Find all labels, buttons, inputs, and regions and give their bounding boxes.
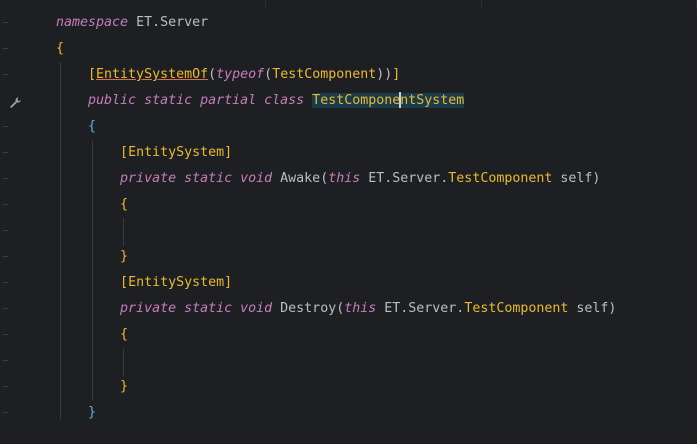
code-token: } bbox=[56, 379, 129, 394]
code-token: private static void bbox=[120, 301, 273, 316]
code-token: public static partial class bbox=[88, 93, 305, 108]
code-token: )) bbox=[376, 67, 393, 82]
code-line[interactable]: { bbox=[56, 36, 64, 62]
code-line[interactable]: } bbox=[56, 374, 128, 400]
gutter-marker bbox=[3, 386, 8, 387]
code-token: TestComponent bbox=[464, 301, 569, 316]
code-token: EntitySystem bbox=[128, 275, 225, 290]
indent-guide bbox=[123, 348, 124, 376]
code-line[interactable]: { bbox=[56, 192, 128, 218]
gutter-marker bbox=[3, 308, 8, 309]
gutter-marker bbox=[3, 204, 8, 205]
code-token: ET.Server. bbox=[376, 301, 465, 316]
code-token: TestComponent bbox=[272, 67, 377, 82]
code-token: ET.Server. bbox=[360, 171, 449, 186]
code-token: } bbox=[56, 405, 97, 420]
code-line[interactable]: private static void Destroy(this ET.Serv… bbox=[56, 296, 616, 322]
code-token: typeof bbox=[216, 67, 265, 82]
code-token: [ bbox=[56, 67, 97, 82]
code-editor[interactable]: namespace ET.Server{ [EntitySystemOf(typ… bbox=[0, 0, 697, 444]
code-token: self) bbox=[568, 301, 617, 316]
code-line[interactable]: [EntitySystemOf(typeof(TestComponent))] bbox=[56, 62, 400, 88]
code-line[interactable]: { bbox=[56, 114, 96, 140]
gutter-marker bbox=[3, 412, 8, 413]
code-token: this bbox=[344, 301, 377, 316]
class-name-part: ntSystem bbox=[400, 93, 465, 108]
code-token: ( bbox=[208, 67, 217, 82]
code-token: { bbox=[56, 327, 129, 342]
code-token: [ bbox=[56, 275, 129, 290]
code-token: { bbox=[56, 197, 129, 212]
gutter-marker bbox=[3, 22, 8, 23]
class-name-part: TestCompone bbox=[312, 93, 401, 108]
gutter-marker bbox=[3, 126, 8, 127]
gutter-marker bbox=[3, 178, 8, 179]
code-token: } bbox=[56, 249, 129, 264]
gutter-marker bbox=[3, 230, 8, 231]
code-token: private static void bbox=[120, 171, 273, 186]
code-token: Destroy( bbox=[272, 301, 345, 316]
gutter-marker bbox=[3, 74, 8, 75]
code-token: ] bbox=[392, 67, 401, 82]
code-token: ] bbox=[224, 275, 233, 290]
code-line[interactable]: public static partial class TestComponen… bbox=[56, 88, 465, 114]
gutter-marker bbox=[3, 256, 8, 257]
code-line[interactable]: namespace ET.Server bbox=[56, 10, 208, 36]
gutter-marker bbox=[3, 334, 8, 335]
code-token: TestComponentSystem bbox=[312, 92, 465, 108]
code-token: { bbox=[56, 41, 65, 56]
code-line[interactable]: [EntitySystem] bbox=[56, 140, 232, 166]
editor-top-strip bbox=[0, 0, 697, 10]
wrench-icon[interactable] bbox=[9, 96, 23, 108]
code-token: Awake( bbox=[272, 171, 329, 186]
indent-guide bbox=[123, 218, 124, 246]
gutter-marker bbox=[3, 48, 8, 49]
code-line[interactable]: } bbox=[56, 244, 128, 270]
editor-gutter[interactable] bbox=[0, 0, 44, 444]
code-token: TestComponent bbox=[448, 171, 553, 186]
code-token: self) bbox=[552, 171, 601, 186]
code-token: this bbox=[328, 171, 361, 186]
code-token: ] bbox=[224, 145, 233, 160]
gutter-marker bbox=[3, 282, 8, 283]
code-token: EntitySystemOf bbox=[96, 67, 209, 82]
code-line[interactable]: { bbox=[56, 322, 128, 348]
code-token: ET.Server bbox=[128, 15, 209, 30]
code-token: [ bbox=[56, 145, 129, 160]
code-line[interactable]: [EntitySystem] bbox=[56, 270, 232, 296]
code-line[interactable]: private static void Awake(this ET.Server… bbox=[56, 166, 600, 192]
code-token: ( bbox=[264, 67, 273, 82]
code-token: EntitySystem bbox=[128, 145, 225, 160]
code-line[interactable]: } bbox=[56, 400, 96, 426]
gutter-marker bbox=[3, 360, 8, 361]
gutter-marker bbox=[3, 152, 8, 153]
code-token: namespace bbox=[56, 15, 129, 30]
editor-bottom-strip bbox=[0, 432, 697, 444]
code-token: { bbox=[56, 119, 97, 134]
